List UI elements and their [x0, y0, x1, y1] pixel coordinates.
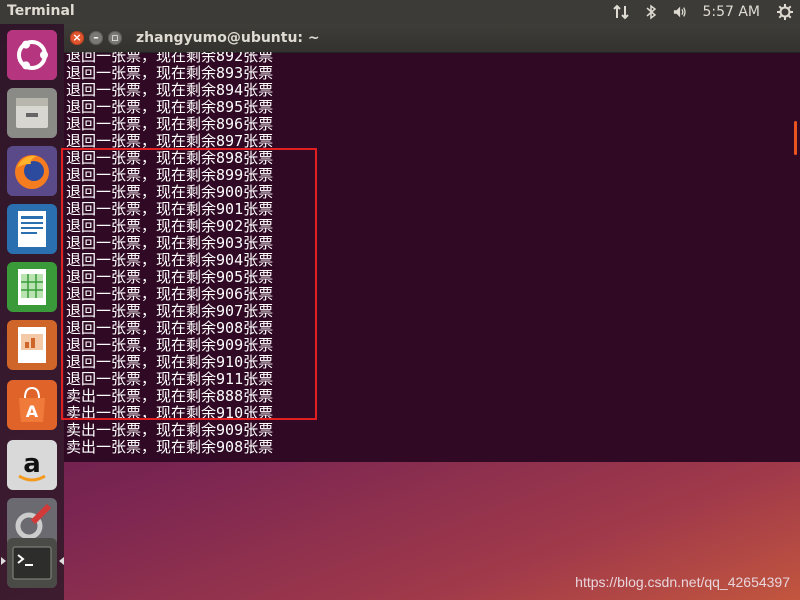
terminal-window: × – ▫ zhangyumo@ubuntu: ~ 退回一张票，现在剩余892张…: [64, 24, 800, 462]
terminal-line: 退回一张票，现在剩余899张票: [66, 166, 274, 184]
terminal-line: 退回一张票，现在剩余903张票: [66, 234, 274, 252]
terminal-line: 退回一张票，现在剩余902张票: [66, 217, 274, 235]
terminal-line: 退回一张票，现在剩余893张票: [66, 64, 274, 82]
app-title: Terminal: [7, 3, 75, 19]
top-panel: Terminal 5:57 AM: [0, 0, 800, 24]
terminal-line: 退回一张票，现在剩余900张票: [66, 183, 274, 201]
system-tray: 5:57 AM: [606, 0, 800, 24]
terminal-line: 退回一张票，现在剩余894张票: [66, 81, 274, 99]
close-button[interactable]: ×: [70, 31, 84, 45]
terminal-line: 退回一张票，现在剩余906张票: [66, 285, 274, 303]
impress-icon[interactable]: [7, 320, 57, 370]
close-icon: ×: [72, 31, 82, 44]
amazon-icon[interactable]: a: [7, 440, 57, 490]
terminal-line: 退回一张票，现在剩余895张票: [66, 98, 274, 116]
window-titlebar[interactable]: × – ▫ zhangyumo@ubuntu: ~: [64, 24, 800, 53]
terminal-line: 卖出一张票，现在剩余908张票: [66, 438, 274, 456]
svg-text:a: a: [23, 449, 41, 479]
terminal-line: 退回一张票，现在剩余896张票: [66, 115, 274, 133]
terminal-output[interactable]: 退回一张票，现在剩余892张票 退回一张票，现在剩余893张票 退回一张票，现在剩余…: [64, 52, 792, 462]
terminal-line: 卖出一张票，现在剩余909张票: [66, 421, 274, 439]
terminal-line: 退回一张票，现在剩余898张票: [66, 149, 274, 167]
maximize-button[interactable]: ▫: [108, 31, 122, 45]
calc-icon[interactable]: [7, 262, 57, 312]
terminal-icon[interactable]: [7, 538, 57, 588]
scrollbar-thumb[interactable]: [794, 121, 797, 155]
watermark: https://blog.csdn.net/qq_42654397: [575, 574, 790, 590]
writer-icon[interactable]: [7, 204, 57, 254]
terminal-line: 退回一张票，现在剩余909张票: [66, 336, 274, 354]
window-title: zhangyumo@ubuntu: ~: [136, 30, 320, 46]
active-indicator-right: [59, 557, 64, 565]
firefox-icon[interactable]: [7, 146, 57, 196]
terminal-line: 卖出一张票，现在剩余910张票: [66, 404, 274, 422]
terminal-line: 退回一张票，现在剩余901张票: [66, 200, 274, 218]
settings-gear-icon[interactable]: [777, 4, 793, 20]
terminal-lines: 退回一张票，现在剩余892张票 退回一张票，现在剩余893张票 退回一张票，现在剩余…: [66, 52, 273, 456]
terminal-line: 退回一张票，现在剩余904张票: [66, 251, 274, 269]
active-indicator-left: [1, 557, 6, 565]
clock[interactable]: 5:57 AM: [702, 4, 760, 20]
bluetooth-icon[interactable]: [643, 4, 659, 20]
network-icon[interactable]: [613, 4, 630, 20]
terminal-line: 退回一张票，现在剩余907张票: [66, 302, 274, 320]
software-center-icon[interactable]: A: [7, 380, 57, 430]
terminal-line: 退回一张票，现在剩余897张票: [66, 132, 274, 150]
volume-icon[interactable]: [673, 4, 689, 20]
terminal-line: 退回一张票，现在剩余911张票: [66, 370, 274, 388]
minimize-button[interactable]: –: [89, 31, 103, 45]
terminal-line: 退回一张票，现在剩余905张票: [66, 268, 274, 286]
files-icon[interactable]: [7, 88, 57, 138]
launcher: A a: [0, 24, 64, 600]
svg-text:A: A: [26, 402, 39, 421]
ubuntu-dash-icon[interactable]: [7, 30, 57, 80]
minimize-icon: –: [93, 31, 99, 44]
terminal-line: 退回一张票，现在剩余910张票: [66, 353, 274, 371]
terminal-line: 退回一张票，现在剩余908张票: [66, 319, 274, 337]
terminal-line: 卖出一张票，现在剩余888张票: [66, 387, 274, 405]
maximize-icon: ▫: [111, 31, 119, 44]
